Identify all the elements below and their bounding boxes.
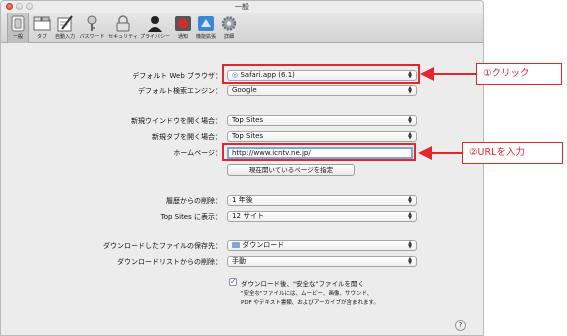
- callout-step1: ①クリック: [476, 63, 562, 85]
- callout-step2: ②URLを入力: [462, 142, 563, 164]
- arrow-step2: [418, 146, 462, 160]
- arrow-step1: [420, 67, 476, 81]
- annotation-arrows: [418, 67, 476, 160]
